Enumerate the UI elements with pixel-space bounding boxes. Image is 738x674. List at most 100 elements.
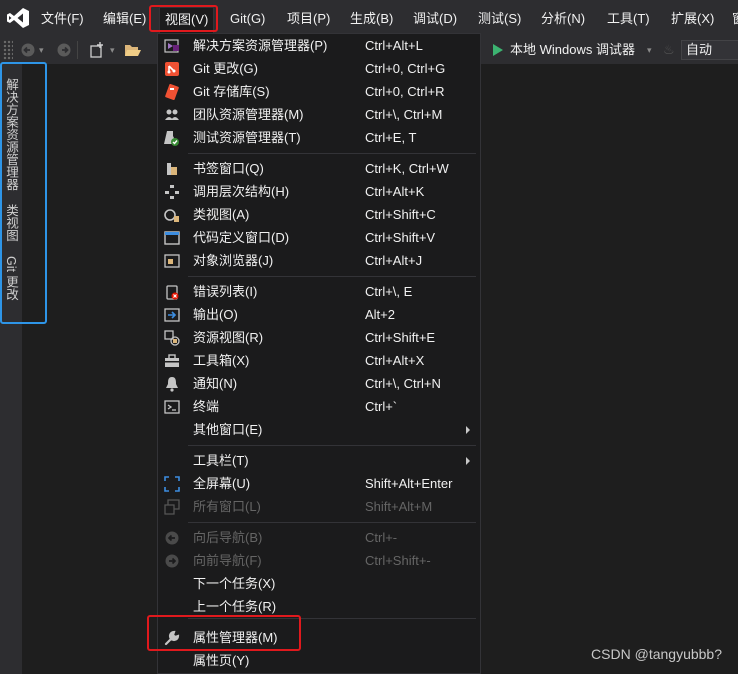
fullscreen-icon <box>164 476 180 492</box>
menu-item-label: 测试资源管理器(T) <box>193 130 301 145</box>
terminal-icon <box>164 400 180 414</box>
hot-reload-icon[interactable]: ♨ <box>663 42 675 58</box>
back-arrow-icon[interactable] <box>21 43 35 57</box>
back-dropdown-icon[interactable]: ▾ <box>39 42 44 58</box>
menu-item-fullscreen[interactable]: 全屏幕(U) Shift+Alt+Enter <box>158 472 480 495</box>
menu-item-shortcut: Ctrl+E, T <box>365 130 417 145</box>
menu-item-label: 类视图(A) <box>193 207 250 222</box>
menu-build[interactable]: 生成(B) <box>350 9 393 29</box>
menu-bar: 文件(F) 编辑(E) 视图(V) Git(G) 项目(P) 生成(B) 调试(… <box>0 0 738 36</box>
new-dropdown-icon[interactable]: ▾ <box>110 42 115 58</box>
view-menu-highlight <box>149 5 218 32</box>
menu-item-label: 调用层次结构(H) <box>193 184 290 199</box>
menu-item-solution-explorer[interactable]: 解决方案资源管理器(P) Ctrl+Alt+L <box>158 34 480 57</box>
menu-item-shortcut: Ctrl+Shift+E <box>365 330 436 345</box>
menu-separator <box>188 153 476 154</box>
output-icon <box>164 308 180 322</box>
menu-project[interactable]: 项目(P) <box>287 9 330 29</box>
visual-studio-logo-icon <box>7 8 29 28</box>
menu-item-object-browser[interactable]: 对象浏览器(J) Ctrl+Alt+J <box>158 249 480 272</box>
fullscreen-icon <box>164 476 180 492</box>
menu-item-shortcut: Ctrl+\, Ctrl+M <box>365 107 443 122</box>
configuration-combo[interactable]: 自动 <box>681 40 738 60</box>
menu-item-shortcut: Ctrl+Shift+C <box>365 207 436 222</box>
menu-item-toolbox[interactable]: 工具箱(X) Ctrl+Alt+X <box>158 349 480 372</box>
menu-tools[interactable]: 工具(T) <box>607 9 650 29</box>
solution-explorer-icon <box>164 38 180 54</box>
menu-item-shortcut: Ctrl+Shift+V <box>365 230 436 245</box>
menu-item-label: Git 存储库(S) <box>193 84 270 99</box>
menu-item-item-22[interactable]: 下一个任务(X) <box>158 572 480 595</box>
menu-item-class-view[interactable]: 类视图(A) Ctrl+Shift+C <box>158 203 480 226</box>
menu-item-item-17[interactable]: 工具栏(T) <box>158 449 480 472</box>
menu-item-label: 对象浏览器(J) <box>193 253 274 268</box>
menu-item-shortcut: Ctrl+Alt+X <box>365 353 425 368</box>
submenu-arrow-icon <box>466 457 470 465</box>
open-folder-icon[interactable] <box>124 42 142 58</box>
error-list-icon <box>166 285 179 300</box>
menu-item-git-repository[interactable]: Git 存储库(S) Ctrl+0, Ctrl+R <box>158 80 480 103</box>
class-view-icon <box>164 209 179 222</box>
menu-item-output[interactable]: 输出(O) Alt+2 <box>158 303 480 326</box>
toolbox-icon <box>165 354 179 367</box>
menu-git[interactable]: Git(G) <box>230 9 265 29</box>
menu-debug[interactable]: 调试(D) <box>413 9 457 29</box>
menu-file[interactable]: 文件(F) <box>41 9 84 29</box>
menu-item-label: 工具箱(X) <box>193 353 250 368</box>
menu-item-error-list[interactable]: 错误列表(I) Ctrl+\, E <box>158 280 480 303</box>
menu-item-label: 向前导航(F) <box>193 553 262 568</box>
menu-item-git-changes[interactable]: Git 更改(G) Ctrl+0, Ctrl+G <box>158 57 480 80</box>
all-windows-icon <box>164 499 180 515</box>
debug-target-dropdown-icon[interactable]: ▾ <box>647 42 652 58</box>
menu-item-resource-view[interactable]: 资源视图(R) Ctrl+Shift+E <box>158 326 480 349</box>
menu-separator <box>188 276 476 277</box>
menu-item-label: 属性页(Y) <box>193 653 250 668</box>
code-definition-icon <box>164 230 180 246</box>
git-repository-icon <box>165 83 179 101</box>
menu-separator <box>188 445 476 446</box>
menu-item-item-16[interactable]: 其他窗口(E) <box>158 418 480 441</box>
menu-item-bookmark[interactable]: 书签窗口(Q) Ctrl+K, Ctrl+W <box>158 157 480 180</box>
terminal-icon <box>164 399 180 415</box>
menu-item-all-windows: 所有窗口(L) Shift+Alt+M <box>158 495 480 518</box>
bookmark-icon <box>164 161 180 177</box>
navigate-forward-icon <box>164 553 180 569</box>
menu-item-code-definition[interactable]: 代码定义窗口(D) Ctrl+Shift+V <box>158 226 480 249</box>
menu-item-team-explorer[interactable]: 团队资源管理器(M) Ctrl+\, Ctrl+M <box>158 103 480 126</box>
new-project-icon[interactable] <box>89 42 105 58</box>
menu-item-test-explorer[interactable]: 测试资源管理器(T) Ctrl+E, T <box>158 126 480 149</box>
menu-item-call-hierarchy[interactable]: 调用层次结构(H) Ctrl+Alt+K <box>158 180 480 203</box>
start-debugging-icon[interactable] <box>492 43 504 57</box>
toolbar-grip[interactable] <box>3 40 13 60</box>
menu-item-shortcut: Shift+Alt+M <box>365 499 433 514</box>
menu-item-terminal[interactable]: 终端 Ctrl+` <box>158 395 480 418</box>
menu-separator <box>188 522 476 523</box>
git-changes-icon <box>165 62 179 76</box>
menu-item-shortcut: Shift+Alt+Enter <box>365 476 453 491</box>
notification-bell-icon <box>164 376 180 392</box>
menu-test[interactable]: 测试(S) <box>478 9 521 29</box>
navigate-back-icon <box>164 530 180 546</box>
menu-analyze[interactable]: 分析(N) <box>541 9 585 29</box>
menu-item-label: 全屏幕(U) <box>193 476 251 491</box>
menu-item-shortcut: Ctrl+Alt+K <box>365 184 425 199</box>
menu-item-shortcut: Ctrl+Alt+L <box>365 38 423 53</box>
menu-window[interactable]: 窗 <box>732 9 738 29</box>
menu-item-shortcut: Ctrl+\, Ctrl+N <box>365 376 441 391</box>
menu-item-label: Git 更改(G) <box>193 61 258 76</box>
submenu-arrow-icon <box>466 426 470 434</box>
menu-item-notification-bell[interactable]: 通知(N) Ctrl+\, Ctrl+N <box>158 372 480 395</box>
menu-item-label: 向后导航(B) <box>193 530 263 545</box>
menu-extensions[interactable]: 扩展(X) <box>671 9 714 29</box>
menu-item-label: 团队资源管理器(M) <box>193 107 304 122</box>
menu-item-label: 错误列表(I) <box>193 284 258 299</box>
menu-item-shortcut: Ctrl+0, Ctrl+G <box>365 61 446 76</box>
forward-arrow-icon[interactable] <box>57 43 71 57</box>
menu-item-label: 所有窗口(L) <box>193 499 261 514</box>
debug-target-label[interactable]: 本地 Windows 调试器 <box>510 41 635 59</box>
resource-view-icon <box>164 330 180 346</box>
menu-edit[interactable]: 编辑(E) <box>103 9 146 29</box>
menu-item-shortcut: Ctrl+\, E <box>365 284 413 299</box>
menu-item-item-25[interactable]: 属性页(Y) <box>158 649 480 672</box>
navigate-back-icon <box>165 531 179 545</box>
